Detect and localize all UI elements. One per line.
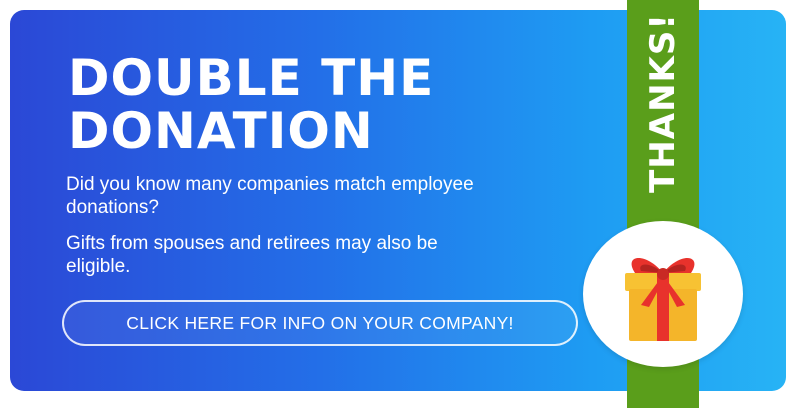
eligibility-text: Gifts from spouses and retirees may also… (66, 233, 438, 277)
gift-icon (625, 257, 701, 341)
banner-title-line-2: DONATION (68, 102, 374, 160)
thanks-ribbon-label: THANKS! (627, 0, 699, 205)
thanks-text: THANKS! (643, 12, 683, 193)
match-info-text: Did you know many companies match employ… (66, 174, 474, 218)
company-info-button[interactable]: CLICK HERE FOR INFO ON YOUR COMPANY! (62, 300, 578, 346)
banner-title-line-1: DOUBLE THE (68, 49, 435, 107)
banner-title: DOUBLE THE DONATION (68, 52, 528, 158)
